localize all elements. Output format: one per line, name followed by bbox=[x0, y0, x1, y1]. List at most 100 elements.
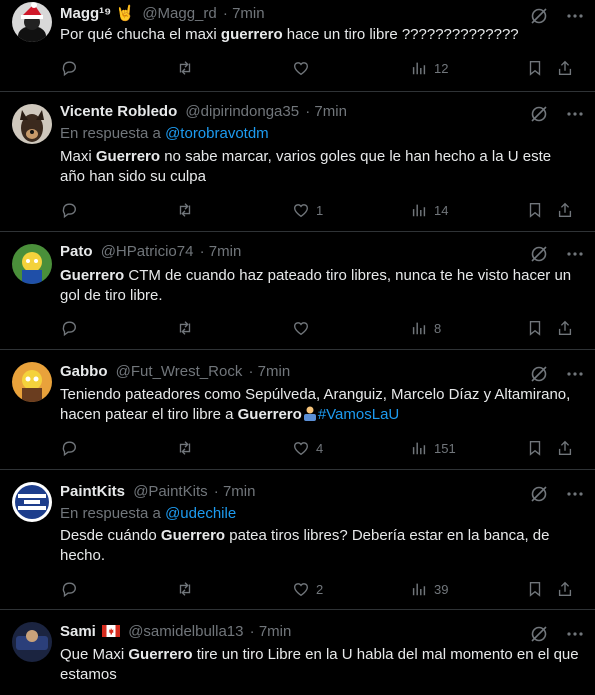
grok-icon[interactable] bbox=[529, 624, 549, 644]
bookmark-button[interactable] bbox=[526, 58, 544, 78]
views-button[interactable]: 151 bbox=[410, 438, 456, 458]
avatar[interactable] bbox=[12, 2, 52, 42]
share-button[interactable] bbox=[556, 438, 574, 458]
repost-icon bbox=[179, 321, 191, 335]
bookmark-button[interactable] bbox=[526, 318, 544, 338]
handle[interactable]: @dipirindonga35 bbox=[185, 103, 299, 120]
tweet[interactable]: Vicente Robledo @dipirindonga35 · 7min E… bbox=[0, 92, 595, 232]
display-name[interactable]: PaintKits bbox=[60, 483, 125, 500]
timestamp[interactable]: · 7min bbox=[249, 363, 291, 380]
reply-context-label: En respuesta a bbox=[60, 505, 166, 522]
share-icon bbox=[558, 581, 572, 596]
reply-context-label: En respuesta a bbox=[60, 125, 166, 142]
canada-flag-icon bbox=[102, 625, 121, 637]
like-button[interactable] bbox=[292, 318, 316, 338]
timestamp[interactable]: · 7min bbox=[214, 483, 256, 500]
share-icon bbox=[558, 320, 572, 335]
tweet[interactable]: Pato @HPatricio74 · 7min Guerrero CTM de… bbox=[0, 232, 595, 350]
reply-button[interactable] bbox=[60, 438, 84, 458]
more-icon[interactable] bbox=[565, 104, 585, 124]
more-icon[interactable] bbox=[565, 364, 585, 384]
timestamp[interactable]: · 7min bbox=[305, 103, 347, 120]
reply-button[interactable] bbox=[60, 58, 84, 78]
grok-icon[interactable] bbox=[529, 6, 549, 26]
tweet-text: Que Maxi Guerrero tire un tiro Libre en … bbox=[60, 645, 579, 685]
like-button[interactable]: 2 bbox=[292, 579, 323, 599]
reply-button[interactable] bbox=[60, 200, 84, 220]
bookmark-icon bbox=[529, 61, 541, 76]
grok-icon[interactable] bbox=[529, 364, 549, 384]
timestamp[interactable]: · 7min bbox=[250, 623, 292, 640]
views-icon bbox=[412, 583, 426, 596]
tweet-actions: 2 39 bbox=[60, 579, 580, 599]
bookmark-button[interactable] bbox=[526, 579, 544, 599]
handle[interactable]: @samidelbulla13 bbox=[128, 623, 243, 640]
more-icon[interactable] bbox=[565, 624, 585, 644]
avatar[interactable] bbox=[12, 104, 52, 144]
share-button[interactable] bbox=[556, 579, 574, 599]
views-button[interactable]: 14 bbox=[410, 200, 448, 220]
more-icon[interactable] bbox=[565, 484, 585, 504]
handle[interactable]: @PaintKits bbox=[133, 483, 207, 500]
repost-button[interactable] bbox=[176, 438, 200, 458]
reply-button[interactable] bbox=[60, 579, 84, 599]
share-button[interactable] bbox=[556, 58, 574, 78]
hashtag-link[interactable]: #VamosLaU bbox=[318, 406, 399, 423]
display-name[interactable]: Vicente Robledo bbox=[60, 103, 177, 120]
like-button[interactable]: 1 bbox=[292, 200, 323, 220]
reply-button[interactable] bbox=[60, 318, 84, 338]
views-button[interactable]: 8 bbox=[410, 318, 441, 338]
tweet[interactable]: Magg¹⁹ 🤘 @Magg_rd · 7min Por qué chucha … bbox=[0, 0, 595, 92]
reply-icon bbox=[62, 61, 76, 77]
display-name[interactable]: Pato bbox=[60, 243, 93, 260]
views-count: 39 bbox=[434, 581, 449, 597]
tweet-text-highlight: Guerrero bbox=[128, 646, 193, 663]
more-icon[interactable] bbox=[565, 6, 585, 26]
views-icon bbox=[412, 62, 426, 75]
timestamp[interactable]: · 7min bbox=[223, 5, 265, 22]
more-icon[interactable] bbox=[565, 244, 585, 264]
likes-count: 4 bbox=[316, 440, 324, 456]
timestamp[interactable]: · 7min bbox=[200, 243, 242, 260]
handle[interactable]: @Magg_rd bbox=[142, 5, 216, 22]
like-button[interactable]: 4 bbox=[292, 438, 323, 458]
tweet-actions: 12 bbox=[60, 58, 580, 78]
avatar[interactable] bbox=[12, 622, 52, 662]
reply-icon bbox=[62, 321, 76, 337]
share-icon bbox=[558, 440, 572, 455]
views-count: 12 bbox=[434, 60, 449, 76]
reply-to-link[interactable]: @torobravotdm bbox=[165, 125, 269, 142]
share-button[interactable] bbox=[556, 200, 574, 220]
reply-context: En respuesta a @udechile bbox=[60, 505, 236, 522]
repost-button[interactable] bbox=[176, 579, 200, 599]
tweet[interactable]: Gabbo @Fut_Wrest_Rock · 7min Teniendo pa… bbox=[0, 350, 595, 470]
grok-icon[interactable] bbox=[529, 484, 549, 504]
views-button[interactable]: 39 bbox=[410, 579, 448, 599]
avatar[interactable] bbox=[12, 244, 52, 284]
tweet[interactable]: PaintKits @PaintKits · 7min En respuesta… bbox=[0, 470, 595, 610]
handle[interactable]: @HPatricio74 bbox=[101, 243, 194, 260]
display-name[interactable]: Gabbo bbox=[60, 363, 108, 380]
repost-button[interactable] bbox=[176, 318, 200, 338]
share-button[interactable] bbox=[556, 318, 574, 338]
bookmark-button[interactable] bbox=[526, 438, 544, 458]
tweet-header: PaintKits @PaintKits · 7min bbox=[60, 482, 255, 502]
handle[interactable]: @Fut_Wrest_Rock bbox=[116, 363, 243, 380]
tweet-text: Desde cuándo Guerrero patea tiros libres… bbox=[60, 526, 579, 566]
like-button[interactable] bbox=[292, 58, 316, 78]
grok-icon[interactable] bbox=[529, 104, 549, 124]
repost-button[interactable] bbox=[176, 200, 200, 220]
tweet[interactable]: Sami @samidelbulla13 · 7min Que Maxi Gue… bbox=[0, 610, 595, 695]
avatar[interactable] bbox=[12, 362, 52, 402]
grok-icon[interactable] bbox=[529, 244, 549, 264]
bookmark-icon bbox=[529, 441, 541, 456]
reply-to-link[interactable]: @udechile bbox=[165, 505, 236, 522]
display-name[interactable]: Sami bbox=[60, 623, 96, 640]
display-name[interactable]: Magg¹⁹ bbox=[60, 5, 111, 22]
reply-context: En respuesta a @torobravotdm bbox=[60, 125, 269, 142]
avatar[interactable] bbox=[12, 482, 52, 522]
views-button[interactable]: 12 bbox=[410, 58, 448, 78]
repost-button[interactable] bbox=[176, 58, 200, 78]
bookmark-button[interactable] bbox=[526, 200, 544, 220]
tweet-actions: 8 bbox=[60, 318, 580, 338]
